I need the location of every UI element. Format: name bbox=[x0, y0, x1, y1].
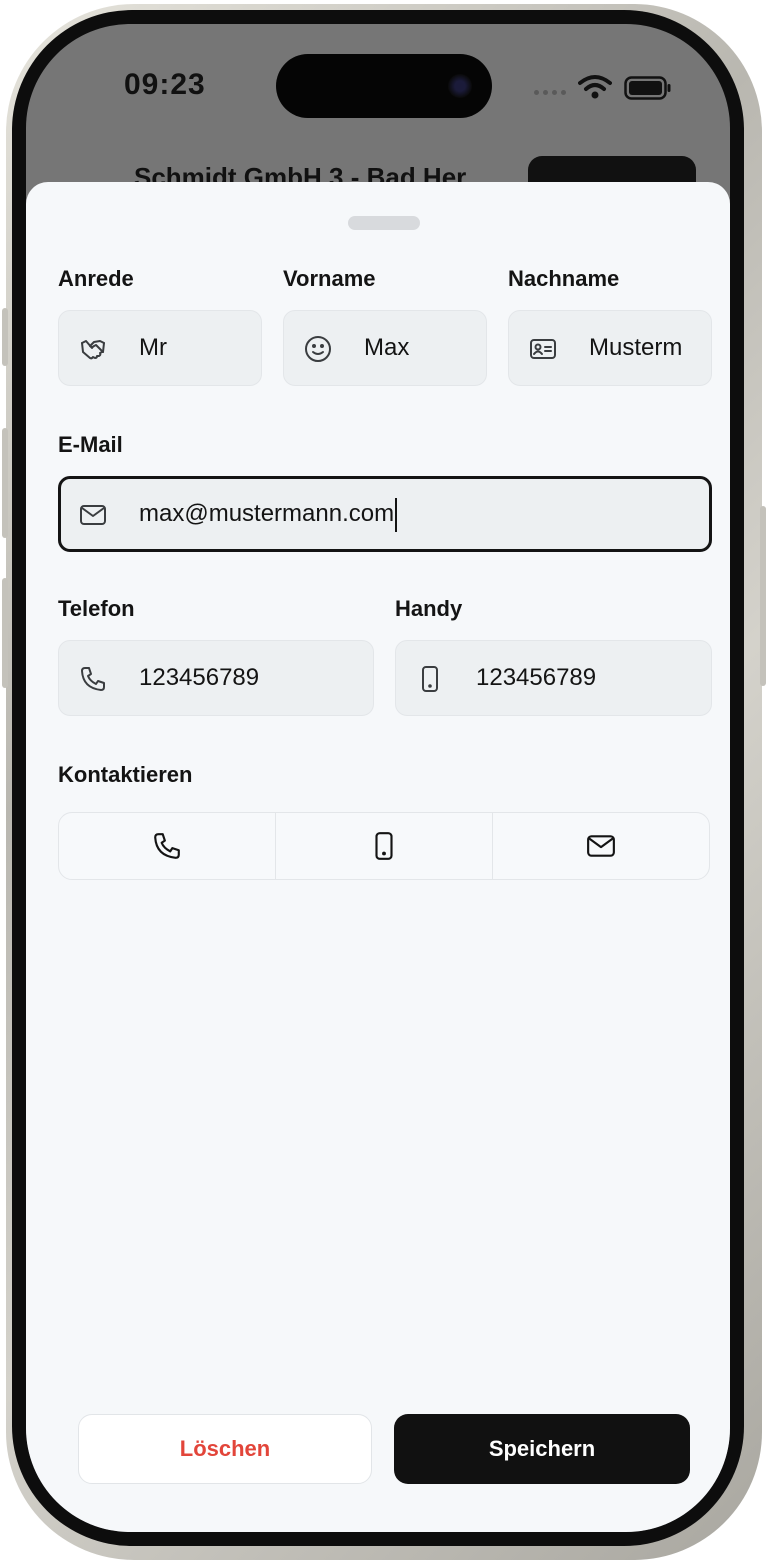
volume-up-button bbox=[2, 428, 8, 538]
phone-field[interactable]: 123456789 bbox=[58, 640, 374, 716]
mobile-icon bbox=[422, 666, 438, 692]
call-phone-button[interactable] bbox=[59, 813, 276, 879]
mail-icon bbox=[80, 505, 106, 525]
mobile-label: Handy bbox=[395, 596, 463, 621]
contact-label: Kontaktieren bbox=[58, 762, 193, 787]
phone-label: Telefon bbox=[58, 596, 135, 621]
front-camera bbox=[448, 74, 472, 98]
email-value: max@mustermann.com bbox=[139, 500, 395, 527]
phone-value: 123456789 bbox=[139, 664, 260, 691]
last-name-value: Musterm bbox=[589, 334, 683, 361]
salutation-value: Mr bbox=[139, 334, 167, 361]
power-button bbox=[760, 506, 766, 686]
first-name-field[interactable]: Max bbox=[283, 310, 487, 386]
first-name-label: Vorname bbox=[283, 266, 376, 291]
save-button[interactable]: Speichern bbox=[394, 1414, 690, 1484]
mobile-field[interactable]: 123456789 bbox=[395, 640, 712, 716]
sheet-grabber[interactable] bbox=[348, 216, 420, 230]
delete-button[interactable]: Löschen bbox=[78, 1414, 372, 1484]
wifi-icon bbox=[578, 75, 612, 99]
handshake-icon bbox=[81, 340, 105, 360]
status-time: 09:23 bbox=[124, 68, 206, 101]
cellular-signal-icon bbox=[534, 90, 566, 95]
phone-icon bbox=[154, 833, 180, 859]
email-value-wrapper: max@mustermann.com bbox=[139, 479, 687, 549]
contact-actions bbox=[58, 812, 710, 880]
smiley-icon bbox=[305, 336, 331, 362]
call-mobile-button[interactable] bbox=[276, 813, 493, 879]
phone-icon bbox=[81, 667, 105, 691]
mail-icon bbox=[587, 835, 615, 857]
email-field[interactable]: max@mustermann.com bbox=[58, 476, 712, 552]
salutation-field[interactable]: Mr bbox=[58, 310, 262, 386]
last-name-label: Nachname bbox=[508, 266, 620, 291]
send-email-button[interactable] bbox=[493, 813, 709, 879]
id-card-icon bbox=[530, 339, 556, 359]
last-name-field[interactable]: Musterm bbox=[508, 310, 712, 386]
first-name-value: Max bbox=[364, 334, 410, 361]
screen: 09:23 Schmidt GmbH 3 - Bad Her Anrede Mr bbox=[26, 24, 730, 1532]
mobile-icon bbox=[375, 832, 393, 860]
contact-edit-sheet: Anrede Mr Vorname Max Nachname Musterm E… bbox=[26, 182, 730, 1532]
salutation-label: Anrede bbox=[58, 266, 134, 291]
text-caret bbox=[395, 497, 398, 532]
dynamic-island bbox=[276, 54, 492, 118]
email-label: E-Mail bbox=[58, 432, 123, 457]
volume-down-button bbox=[2, 578, 8, 688]
mobile-value: 123456789 bbox=[476, 664, 597, 691]
action-button bbox=[2, 308, 8, 366]
battery-icon bbox=[624, 76, 671, 100]
